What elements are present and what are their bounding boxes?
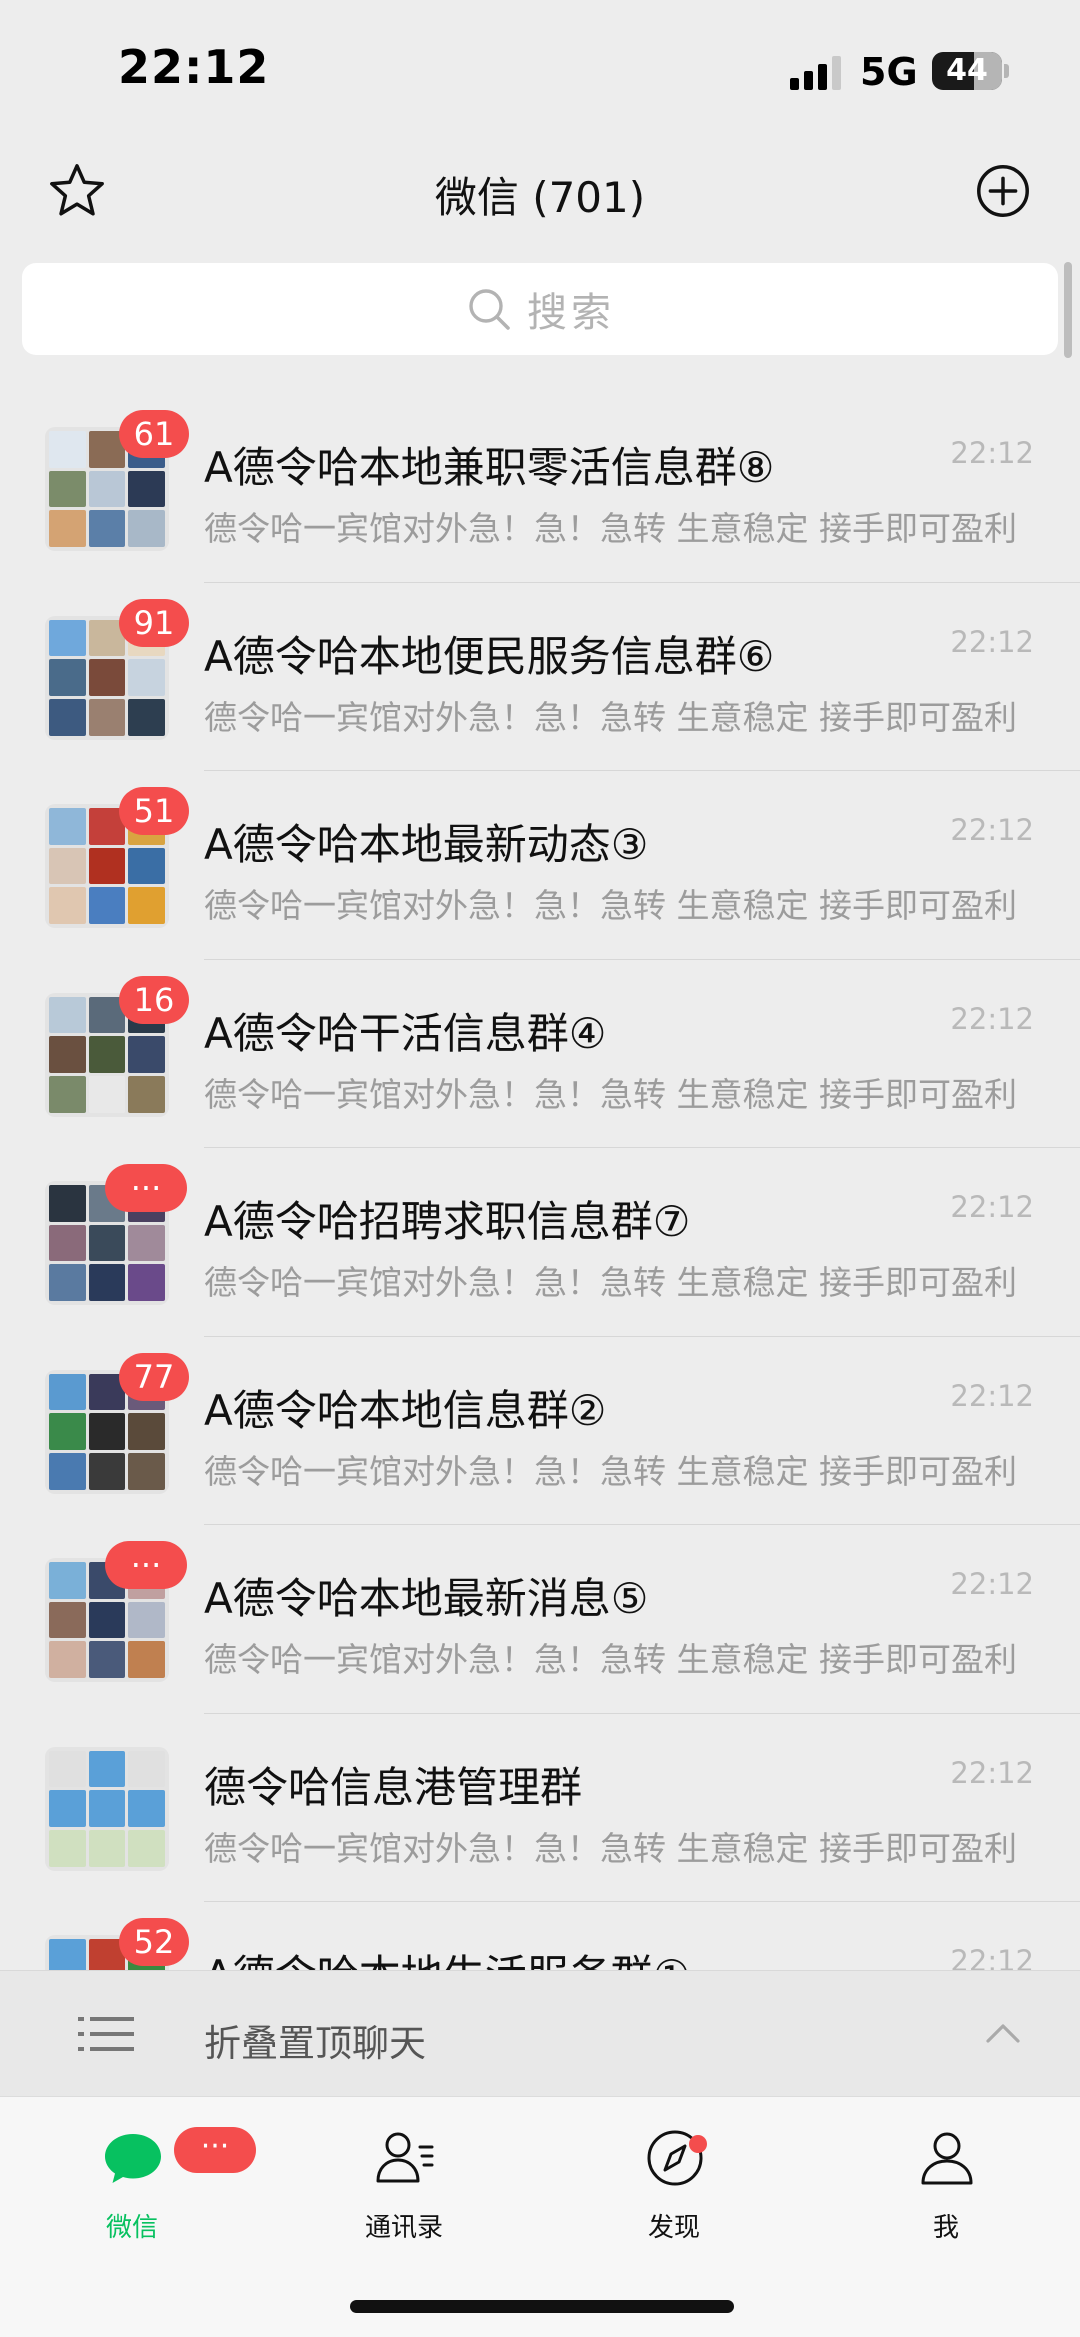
search-input[interactable]: 搜索 — [22, 263, 1058, 355]
home-indicator — [350, 2300, 734, 2313]
list-icon — [78, 2017, 134, 2051]
battery-cap — [1004, 64, 1009, 78]
chat-list-item[interactable]: 51 A德令哈本地最新动态③ 22:12 德令哈一宾馆对外急！急！急转 生意稳定 接手… — [0, 771, 1080, 960]
unread-badge: 91 — [119, 598, 189, 647]
chat-time: 22:12 — [950, 624, 1034, 659]
unread-badge: 51 — [119, 787, 189, 835]
nav-bar: 微信 (701) — [0, 150, 1080, 230]
discover-notification-dot — [689, 2135, 707, 2153]
chat-name: A德令哈本地便民服务信息群⑥ — [204, 631, 775, 681]
unread-badge: ··· — [105, 1541, 187, 1589]
chat-time: 22:12 — [950, 1944, 1034, 1970]
status-time: 22:12 — [118, 40, 270, 94]
chat-time: 22:12 — [950, 1567, 1034, 1601]
tab-badge-chats: ··· — [174, 2127, 256, 2173]
page-title: 微信 (701) — [434, 173, 646, 222]
battery-icon: 44 — [932, 52, 1002, 90]
contacts-icon — [376, 2132, 434, 2183]
chat-list-item[interactable]: ··· A德令哈本地最新消息⑤ 22:12 德令哈一宾馆对外急！急！急转 生意稳定 接… — [0, 1525, 1080, 1714]
chat-name: A德令哈本地生活服务群① — [204, 1942, 690, 1970]
chat-time: 22:12 — [950, 813, 1034, 847]
chat-list-item[interactable]: 16 A德令哈干活信息群④ 22:12 德令哈一宾馆对外急！急！急转 生意稳定 接手即… — [0, 960, 1080, 1148]
unread-badge: 52 — [119, 1918, 189, 1966]
chat-name: A德令哈招聘求职信息群⑦ — [204, 1197, 691, 1246]
chat-name: A德令哈本地兼职零活信息群⑧ — [204, 443, 775, 492]
chat-preview: 德令哈一宾馆对外急！急！急转 生意稳定 接手即可盈利 — [204, 1828, 1017, 1868]
unread-badge: 61 — [119, 410, 189, 458]
plus-circle-icon[interactable] — [972, 160, 1034, 222]
fold-bar-label: 折叠置顶聊天 — [204, 2022, 426, 2065]
tab-label-me: 我 — [932, 2213, 959, 2243]
chat-time: 22:12 — [950, 1001, 1034, 1036]
unread-badge: 16 — [119, 975, 189, 1024]
unread-badge: 77 — [119, 1352, 189, 1401]
chat-preview: 德令哈一宾馆对外急！急！急转 生意稳定 接手即可盈利 — [204, 1640, 1017, 1679]
chat-list-item[interactable]: 61 A德令哈本地兼职零活信息群⑧ 22:12 德令哈一宾馆对外急！急！急转 生意稳定… — [0, 394, 1080, 583]
tab-label-chats: 微信 — [105, 2213, 158, 2243]
person-icon — [921, 2132, 973, 2185]
chat-list-item[interactable]: ··· A德令哈招聘求职信息群⑦ 22:12 德令哈一宾馆对外急！急！急转 生意稳定 … — [0, 1148, 1080, 1337]
chat-name: A德令哈本地最新消息⑤ — [204, 1574, 649, 1623]
unread-badge: ··· — [105, 1164, 187, 1212]
battery-level: 44 — [946, 53, 988, 88]
chat-list-item[interactable]: 91 A德令哈本地便民服务信息群⑥ 22:12 德令哈一宾馆对外急！急！急转 生意稳定… — [0, 583, 1080, 771]
chat-preview: 德令哈一宾馆对外急！急！急转 生意稳定 接手即可盈利 — [204, 1451, 1017, 1491]
search-icon — [469, 289, 510, 330]
tab-me[interactable]: 我 — [846, 2125, 1046, 2245]
chat-icon — [105, 2134, 161, 2183]
chat-preview: 德令哈一宾馆对外急！急！急转 生意稳定 接手即可盈利 — [204, 1263, 1017, 1302]
tab-label-discover: 发现 — [647, 2213, 700, 2243]
chat-name: A德令哈干活信息群④ — [204, 1008, 607, 1058]
group-avatar — [45, 1746, 169, 1871]
chat-list-item[interactable]: 52 A德令哈本地生活服务群① 22:12 — [0, 1902, 1080, 1970]
scrollbar[interactable] — [1064, 262, 1072, 358]
chat-time: 22:12 — [950, 1378, 1034, 1413]
chat-preview: 德令哈一宾馆对外急！急！急转 生意稳定 接手即可盈利 — [204, 1074, 1017, 1114]
chat-list-item[interactable]: 德令哈信息港管理群 22:12 德令哈一宾馆对外急！急！急转 生意稳定 接手即可盈利 — [0, 1714, 1080, 1902]
chat-name: 德令哈信息港管理群 — [204, 1762, 583, 1812]
network-type: 5G — [860, 50, 918, 94]
chat-time: 22:12 — [950, 1755, 1034, 1790]
signal-icon — [790, 56, 842, 90]
chat-name: A德令哈本地最新动态③ — [204, 820, 649, 869]
chevron-up-icon[interactable] — [984, 2017, 1022, 2047]
tab-label-contacts: 通讯录 — [364, 2213, 443, 2243]
chat-preview: 德令哈一宾馆对外急！急！急转 生意稳定 接手即可盈利 — [204, 697, 1017, 737]
chat-preview: 德令哈一宾馆对外急！急！急转 生意稳定 接手即可盈利 — [204, 509, 1017, 548]
status-bar: 22:12 5G 44 — [0, 0, 1080, 140]
search-placeholder: 搜索 — [527, 290, 615, 336]
chat-list-item[interactable]: 77 A德令哈本地信息群② 22:12 德令哈一宾馆对外急！急！急转 生意稳定 接手即… — [0, 1337, 1080, 1525]
chat-name: A德令哈本地信息群② — [204, 1385, 607, 1435]
chat-time: 22:12 — [950, 436, 1034, 470]
chat-list: 61 A德令哈本地兼职零活信息群⑧ 22:12 德令哈一宾馆对外急！急！急转 生意稳定… — [0, 394, 1080, 1970]
chat-preview: 德令哈一宾馆对外急！急！急转 生意稳定 接手即可盈利 — [204, 886, 1017, 925]
tab-contacts[interactable]: 通讯录 — [304, 2125, 504, 2245]
chat-time: 22:12 — [950, 1190, 1034, 1224]
tab-chats[interactable]: 微信 ··· — [32, 2125, 256, 2245]
tab-discover[interactable]: 发现 — [574, 2125, 774, 2245]
folded-pinned-chats-bar[interactable]: 折叠置顶聊天 — [0, 1970, 1080, 2096]
